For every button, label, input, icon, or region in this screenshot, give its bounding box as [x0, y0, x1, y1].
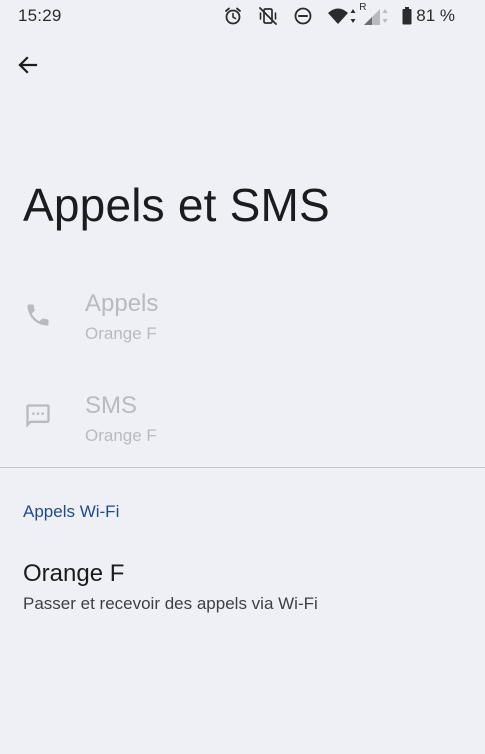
signal-roaming-icon: R [359, 2, 381, 26]
preference-calls[interactable]: Appels Orange F [0, 280, 485, 364]
phone-icon [24, 301, 52, 329]
page-title: Appels et SMS [23, 179, 330, 231]
vibrate-off-icon [257, 6, 279, 26]
preference-sms[interactable]: SMS Orange F [0, 382, 485, 466]
divider [0, 467, 485, 468]
preference-title: Orange F [23, 560, 125, 587]
status-time: 15:29 [18, 6, 62, 25]
preference-summary: Orange F [85, 426, 157, 445]
do-not-disturb-icon [293, 6, 313, 26]
preference-title: Appels [85, 290, 159, 317]
alarm-icon [223, 6, 243, 26]
battery-percent: 81 % [416, 6, 455, 25]
category-header-wifi-calling: Appels Wi-Fi [23, 502, 120, 521]
status-bar: 15:29 R 81 % [0, 0, 485, 32]
back-button[interactable] [10, 49, 46, 85]
preference-summary: Passer et recevoir des appels via Wi-Fi [23, 594, 318, 613]
arrow-left-icon [16, 53, 40, 82]
data-arrows-icon [382, 8, 388, 24]
preference-wifi-calling[interactable]: Orange F Passer et recevoir des appels v… [0, 550, 485, 626]
data-arrows-icon [350, 8, 356, 24]
wifi-icon [327, 6, 349, 26]
status-icons: R 81 % [223, 2, 455, 27]
message-icon [24, 402, 52, 430]
preference-title: SMS [85, 392, 138, 419]
battery-icon [402, 7, 412, 25]
preference-summary: Orange F [85, 324, 157, 343]
